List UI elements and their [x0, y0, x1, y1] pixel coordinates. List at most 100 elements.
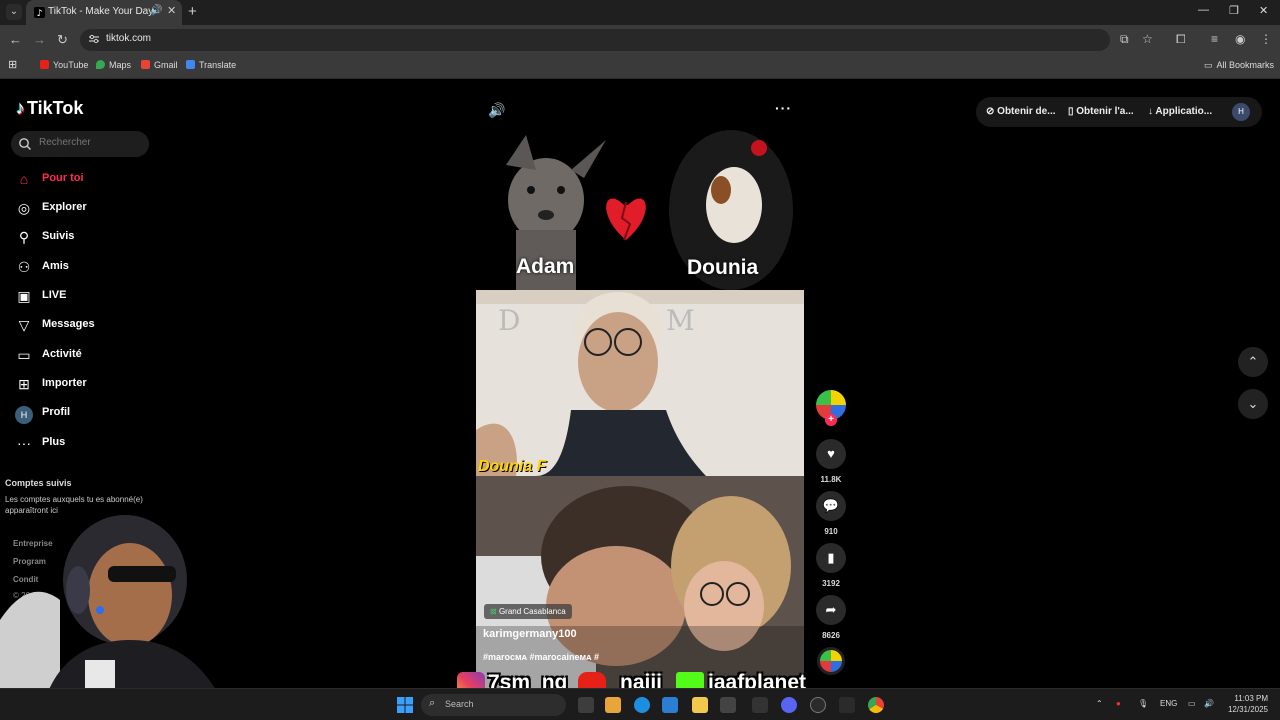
browser-tab[interactable]: ♪ TikTok - Make Your Day 🔊 ✕	[26, 0, 182, 25]
tray-app-icon[interactable]: ●	[1116, 699, 1121, 708]
taskview-icon[interactable]	[578, 697, 594, 713]
video-hashtags[interactable]: #marocᴍᴀ #marocaineᴍᴀ #	[483, 652, 599, 662]
nav-item-plus[interactable]: ··· Plus	[14, 433, 164, 455]
desktop-app-button[interactable]: ↓ Applicatio...	[1148, 106, 1212, 117]
install-app-icon[interactable]: ⧉	[1120, 32, 1129, 47]
action-label: Obtenir l'a...	[1076, 106, 1134, 117]
next-video-button[interactable]: ⌄	[1238, 389, 1268, 419]
omnibox[interactable]: tiktok.com	[80, 29, 1110, 51]
nav-item-profil[interactable]: H Profil	[14, 403, 164, 425]
nav-label: Pour toi	[42, 172, 84, 184]
volume-icon[interactable]: 🔊	[1204, 699, 1214, 708]
bookmark-label: Translate	[199, 60, 237, 70]
logo-text: TikTok	[27, 98, 84, 118]
video-player[interactable]: Adam Dounia M D Dounia F ⊠ Grand Casabla…	[476, 130, 804, 688]
chrome-icon[interactable]	[868, 697, 884, 713]
bookmark-label: Maps	[109, 60, 132, 70]
tiktok-logo[interactable]: ♪ TikTok	[16, 98, 83, 119]
edge-icon[interactable]	[634, 697, 650, 713]
nav-item-importer[interactable]: ⊞ Importer	[14, 374, 164, 396]
get-coins-button[interactable]: ⊘ Obtenir de...	[986, 106, 1056, 117]
system-clock[interactable]: 11:03 PM 12/31/2025	[1222, 693, 1268, 715]
search-box[interactable]	[11, 131, 149, 157]
nav-item-messages[interactable]: ▽ Messages	[14, 315, 164, 337]
bookmark-youtube[interactable]: YouTube	[40, 60, 88, 70]
nav-item-live[interactable]: ▣ LIVE	[14, 286, 164, 308]
comment-button[interactable]: 💬	[816, 491, 846, 521]
follow-plus-icon[interactable]: +	[825, 414, 837, 426]
minimize-icon[interactable]: —	[1198, 4, 1209, 16]
nav-label: Explorer	[42, 201, 87, 213]
app-icon[interactable]	[720, 697, 736, 713]
speaker-icon[interactable]: 🔊	[150, 5, 162, 16]
clock-date: 12/31/2025	[1227, 705, 1268, 714]
translate-icon	[186, 60, 195, 69]
new-tab-button[interactable]: +	[188, 3, 197, 20]
language-indicator[interactable]: ENG	[1160, 699, 1177, 708]
nav-item-pour-toi[interactable]: ⌂ Pour toi	[14, 169, 164, 191]
site-info-icon[interactable]	[88, 33, 100, 45]
forward-icon[interactable]: →	[33, 32, 46, 47]
nav-item-explorer[interactable]: ◎ Explorer	[14, 198, 164, 220]
top-actions-bar: ⊘ Obtenir de... ▯ Obtenir l'a... ↓ Appli…	[976, 97, 1262, 127]
location-badge[interactable]: ⊠ Grand Casablanca	[484, 604, 572, 619]
obs-icon[interactable]	[810, 697, 826, 713]
extensions-icon[interactable]: ⧠	[1176, 32, 1186, 47]
discord-icon[interactable]	[781, 697, 797, 713]
user-avatar[interactable]: H	[1232, 103, 1250, 121]
music-disc-icon[interactable]	[817, 647, 845, 675]
location-label: Grand Casablanca	[498, 607, 566, 616]
nav-item-suivis[interactable]: ⚲ Suivis	[14, 227, 164, 249]
store-icon[interactable]	[662, 697, 678, 713]
get-app-button[interactable]: ▯ Obtenir l'a...	[1068, 106, 1134, 117]
svg-text:D: D	[498, 304, 520, 337]
network-icon[interactable]: ▭	[1188, 699, 1196, 708]
browser-tab-strip: ⌄ ♪ TikTok - Make Your Day 🔊 ✕ + — ❐ ✕	[0, 0, 1280, 25]
apps-grid-icon[interactable]: ⊞	[8, 58, 17, 71]
nav-label: Suivis	[42, 230, 75, 242]
bookmark-maps[interactable]: Maps	[96, 60, 131, 70]
following-accounts-title: Comptes suivis	[5, 478, 72, 488]
video-author[interactable]: karimgermany100	[483, 628, 577, 640]
share-button[interactable]: ➦	[816, 595, 846, 625]
search-icon: ⌕	[429, 697, 436, 709]
reload-icon[interactable]: ↻	[57, 32, 68, 48]
all-bookmarks[interactable]: ▭ All Bookmarks	[1204, 60, 1274, 71]
app-icon[interactable]	[839, 697, 855, 713]
media-control-icon[interactable]: ≡	[1211, 32, 1218, 46]
file-explorer-icon[interactable]	[605, 697, 621, 713]
app-icon[interactable]	[752, 697, 768, 713]
tray-overflow-icon[interactable]: ⌃	[1096, 699, 1103, 708]
previous-video-button[interactable]: ⌃	[1238, 347, 1268, 377]
search-input[interactable]	[37, 136, 142, 149]
taskbar-search[interactable]: ⌕ Search	[421, 694, 566, 716]
clock-time: 11:03 PM	[1234, 694, 1268, 703]
windows-start-icon[interactable]	[397, 697, 413, 713]
folder-icon[interactable]	[692, 697, 708, 713]
microphone-icon[interactable]: 🎙	[1138, 699, 1148, 708]
close-window-icon[interactable]: ✕	[1259, 4, 1268, 17]
tab-search-button[interactable]: ⌄	[6, 4, 22, 20]
save-button[interactable]: ▮	[816, 543, 846, 573]
profile-icon[interactable]: ◉	[1235, 32, 1245, 46]
share-count: 8626	[822, 631, 840, 640]
video-panel-top: Adam Dounia	[476, 130, 804, 290]
folder-icon: ▭	[1204, 60, 1213, 70]
bookmark-translate[interactable]: Translate	[186, 60, 236, 70]
nav-label: Profil	[42, 406, 71, 418]
bookmark-star-icon[interactable]: ☆	[1142, 32, 1153, 46]
nav-item-activite[interactable]: ▭ Activité	[14, 345, 164, 367]
menu-dots-icon[interactable]: ⋮	[1260, 32, 1272, 46]
restore-icon[interactable]: ❐	[1229, 4, 1239, 17]
like-button[interactable]: ♥	[816, 439, 846, 469]
close-tab-icon[interactable]: ✕	[167, 4, 176, 17]
video-panel-middle: M D Dounia F	[476, 290, 804, 476]
more-options-icon[interactable]: ···	[775, 100, 792, 116]
back-icon[interactable]: ←	[9, 32, 22, 47]
overlay-caption: Dounia F	[478, 458, 547, 475]
nav-item-amis[interactable]: ⚇ Amis	[14, 257, 164, 279]
profile-avatar-icon: H	[14, 403, 34, 424]
activity-icon: ▭	[17, 347, 31, 363]
bookmark-gmail[interactable]: Gmail	[141, 60, 178, 70]
sound-icon[interactable]: 🔊	[488, 102, 505, 119]
